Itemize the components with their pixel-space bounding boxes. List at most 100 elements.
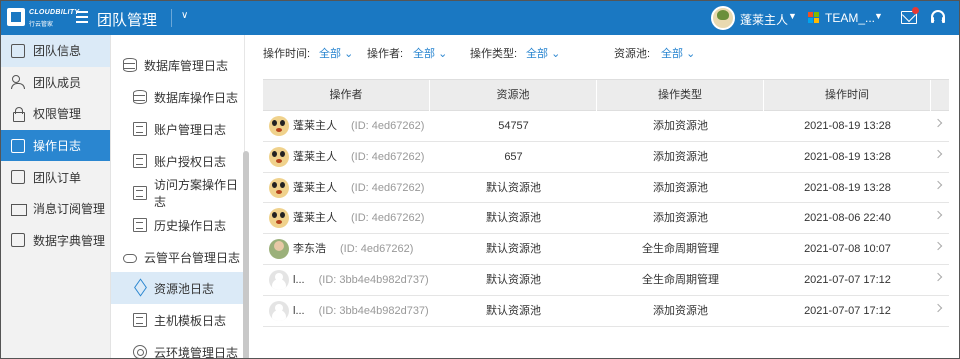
team-info-icon xyxy=(11,43,25,58)
order-icon xyxy=(11,170,25,185)
database-icon xyxy=(123,58,137,72)
sidebar-item-subscriptions[interactable]: 消息订阅管理 xyxy=(1,193,110,225)
chevron-right-icon[interactable] xyxy=(933,180,943,189)
subnav-item-cloud-env-log[interactable]: 云环境管理日志 xyxy=(111,336,244,359)
operator-cell: 蓬莱主人 (ID: 4ed67262) xyxy=(263,203,430,233)
sidebar-item-permissions[interactable]: 权限管理 xyxy=(1,98,110,130)
menu-icon[interactable] xyxy=(76,11,88,23)
chevron-right-icon[interactable] xyxy=(933,303,943,313)
user-menu-chevron-icon[interactable]: ▼ xyxy=(788,11,797,21)
time-cell: 2021-08-06 22:40 xyxy=(804,212,891,225)
type-cell: 添加资源池 xyxy=(653,120,708,132)
log-table: 操作者 资源池 操作类型 操作时间 蓬莱主人 (ID: 4ed67262) 5475… xyxy=(263,79,949,327)
filter-value: 全部 xyxy=(661,48,683,60)
chevron-down-icon[interactable]: ∨ xyxy=(181,10,188,21)
subnav-item-resource-pool-log[interactable]: 资源池日志 xyxy=(111,272,244,304)
type-cell: 添加资源池 xyxy=(653,181,708,194)
sidebar-item-team-members[interactable]: 团队成员 xyxy=(1,67,110,99)
document-icon xyxy=(133,186,147,200)
table-row[interactable]: 蓬莱主人 (ID: 4ed67262) 默认资源池 添加资源池 2021-08-19 1… xyxy=(263,173,949,204)
operator-name: l... xyxy=(293,304,305,317)
operator-id: (ID: 4ed67262) xyxy=(351,181,425,194)
sidebar-item-team-info[interactable]: 团队信息 xyxy=(1,35,110,67)
chevron-right-icon[interactable] xyxy=(933,149,943,159)
type-cell: 添加资源池 xyxy=(653,212,708,225)
team-menu-chevron-icon[interactable]: ▼ xyxy=(874,11,883,21)
time-cell: 2021-07-07 17:12 xyxy=(804,304,891,317)
chevron-right-icon[interactable] xyxy=(933,241,943,251)
table-body: 蓬莱主人 (ID: 4ed67262) 54757 添加资源池 2021-08-19 1… xyxy=(263,111,949,327)
column-header-time: 操作时间 xyxy=(764,80,931,111)
table-row[interactable]: 蓬莱主人 (ID: 4ed67262) 54757 添加资源池 2021-08-19 1… xyxy=(263,111,949,142)
pool-cell: 默认资源池 xyxy=(486,273,541,286)
time-cell: 2021-07-07 17:12 xyxy=(804,273,891,286)
sidebar-item-team-orders[interactable]: 团队订单 xyxy=(1,161,110,193)
notification-dot xyxy=(912,7,919,14)
subnav-label: 云环境管理日志 xyxy=(154,345,239,359)
pool-cell: 默认资源池 xyxy=(486,181,541,194)
group-database-logs[interactable]: 数据库管理日志 xyxy=(111,49,244,81)
column-header-pool: 资源池 xyxy=(430,80,597,111)
avatar xyxy=(269,239,289,260)
user-name[interactable]: 蓬莱主人 xyxy=(740,11,788,28)
windows-logo-icon xyxy=(808,12,820,24)
sidebar-item-label: 数据字典管理 xyxy=(33,233,106,248)
filter-type-label: 操作类型: xyxy=(470,48,518,60)
subnav-label: 数据库操作日志 xyxy=(154,90,239,105)
chevron-right-icon[interactable] xyxy=(933,118,943,128)
table-row[interactable]: l... (ID: 3bb4e4b982d737) 默认资源池 添加资源池 2021-0… xyxy=(263,296,949,327)
subnav-item-account-log[interactable]: 账户管理日志 xyxy=(111,113,244,145)
chevron-right-icon[interactable] xyxy=(933,211,943,220)
table-row[interactable]: 蓬莱主人 (ID: 4ed67262) 默认资源池 添加资源池 2021-08-06 2… xyxy=(263,203,949,235)
divider xyxy=(171,9,172,27)
avatar xyxy=(269,208,289,229)
filter-pool-dropdown[interactable]: 全部 ⌄ xyxy=(661,45,695,61)
operator-id: (ID: 4ed67262) xyxy=(351,120,425,132)
table-row[interactable]: l... (ID: 3bb4e4b982d737) 默认资源池 全生命周期管理 2021… xyxy=(263,265,949,296)
filter-operator-label: 操作者: xyxy=(367,48,404,60)
subnav-item-access-plan-log[interactable]: 访问方案操作日志 xyxy=(111,177,244,209)
sidebar-item-label: 权限管理 xyxy=(33,107,82,122)
headset-icon[interactable] xyxy=(931,10,945,24)
operator-name: 蓬莱主人 xyxy=(293,150,337,163)
group-cloud-logs[interactable]: 云管平台管理日志 xyxy=(111,241,244,273)
avatar xyxy=(269,116,289,136)
filter-type-dropdown[interactable]: 全部 ⌄ xyxy=(526,45,560,61)
filter-time-label: 操作时间: xyxy=(263,48,311,60)
sidebar-item-dictionary[interactable]: 数据字典管理 xyxy=(1,225,110,257)
chevron-right-icon[interactable] xyxy=(933,272,943,282)
table-row[interactable]: 蓬莱主人 (ID: 4ed67262) 657 添加资源池 2021-08-19 13:… xyxy=(263,142,949,173)
subnav-scrollbar[interactable] xyxy=(243,151,249,358)
filter-time-dropdown[interactable]: 全部 ⌄ xyxy=(319,45,353,61)
chevron-down-icon: ⌄ xyxy=(438,48,448,60)
type-cell: 全生命周期管理 xyxy=(642,273,719,286)
layers-icon xyxy=(133,281,147,295)
sidebar-item-operation-log[interactable]: 操作日志 xyxy=(1,129,110,162)
pool-cell: 默认资源池 xyxy=(486,243,541,256)
operator-id: (ID: 3bb4e4b982d737) xyxy=(318,273,429,286)
time-cell: 2021-08-19 13:28 xyxy=(804,120,891,132)
app-window: CLOUDBILITY 行云管家 团队管理 ∨ 蓬莱主人 ▼ TEAM_... … xyxy=(0,0,960,359)
user-avatar[interactable] xyxy=(711,6,735,30)
filter-operator-dropdown[interactable]: 全部 ⌄ xyxy=(413,45,447,61)
operator-cell: l... (ID: 3bb4e4b982d737) xyxy=(263,296,430,326)
logo-text: CLOUDBILITY xyxy=(29,9,80,16)
subnav-item-host-template-log[interactable]: 主机模板日志 xyxy=(111,304,244,336)
lock-icon xyxy=(11,106,25,122)
operator-name: l... xyxy=(293,273,305,286)
type-cell: 添加资源池 xyxy=(653,304,708,317)
filter-pool-label: 资源池: xyxy=(614,48,651,60)
cloud-icon xyxy=(123,254,137,263)
time-cell: 2021-08-19 13:28 xyxy=(804,181,891,194)
subnav-item-account-auth-log[interactable]: 账户授权日志 xyxy=(111,145,244,177)
subnav-item-db-operation-log[interactable]: 数据库操作日志 xyxy=(111,81,244,113)
log-icon xyxy=(11,138,25,153)
table-row[interactable]: 李东浩 (ID: 4ed67262) 默认资源池 全生命周期管理 2021-07-08 … xyxy=(263,234,949,265)
cloudbility-logo[interactable]: CLOUDBILITY 行云管家 xyxy=(7,6,79,30)
subnav-label: 账户授权日志 xyxy=(154,154,227,169)
operator-cell: l... (ID: 3bb4e4b982d737) xyxy=(263,265,430,295)
operator-id: (ID: 4ed67262) xyxy=(351,212,425,225)
team-selector[interactable]: TEAM_... xyxy=(825,11,875,25)
subnav-item-history-log[interactable]: 历史操作日志 xyxy=(111,209,244,241)
subnav-label: 资源池日志 xyxy=(154,281,215,296)
